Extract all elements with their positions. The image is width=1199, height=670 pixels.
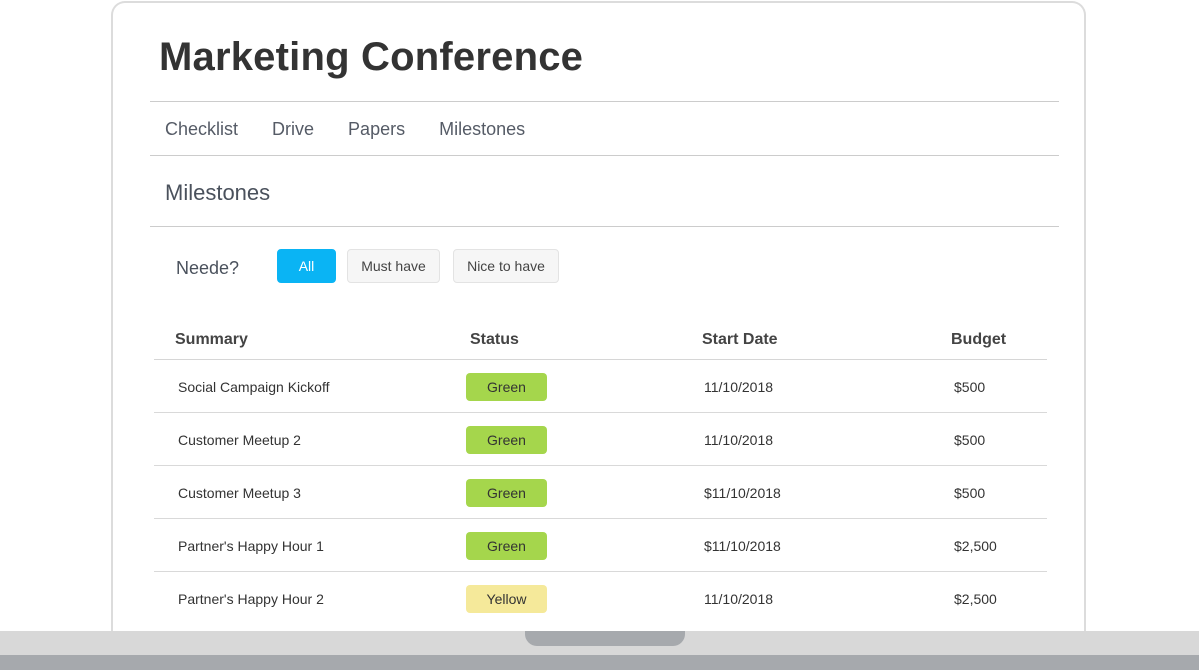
filter-must-have-button[interactable]: Must have: [347, 249, 440, 283]
tab-milestones[interactable]: Milestones: [439, 119, 525, 140]
row-budget: $500: [954, 485, 986, 501]
tab-papers[interactable]: Papers: [348, 119, 405, 140]
column-header-status[interactable]: Status: [470, 331, 519, 349]
column-header-summary[interactable]: Summary: [175, 331, 248, 349]
status-badge: Green: [466, 479, 547, 507]
table-header: Summary Status Start Date Budget: [154, 321, 1047, 360]
row-start-date: 11/10/2018: [704, 591, 774, 607]
filter-all-button[interactable]: All: [277, 249, 336, 283]
row-start-date: 11/10/2018: [704, 432, 774, 448]
section-divider: [150, 226, 1059, 227]
section-title: Milestones: [165, 180, 271, 205]
row-start-date: $11/10/2018: [704, 485, 781, 501]
tab-bar: Checklist Drive Papers Milestones: [165, 119, 559, 140]
table-row[interactable]: Customer Meetup 2 Green 11/10/2018 $500: [154, 413, 1047, 466]
row-budget: $2,500: [954, 538, 997, 554]
page-title: Marketing Conference: [159, 35, 584, 79]
row-summary: Customer Meetup 3: [178, 485, 301, 501]
table-row[interactable]: Customer Meetup 3 Green $11/10/2018 $500: [154, 466, 1047, 519]
row-budget: $500: [954, 432, 986, 448]
row-summary: Social Campaign Kickoff: [178, 379, 330, 395]
filter-nice-to-have-button[interactable]: Nice to have: [453, 249, 559, 283]
laptop-mockup: Marketing Conference Checklist Drive Pap…: [0, 0, 1199, 670]
column-header-budget[interactable]: Budget: [951, 331, 1006, 349]
row-summary: Partner's Happy Hour 2: [178, 591, 324, 607]
laptop-hinge-notch: [525, 631, 685, 646]
tab-divider: [150, 155, 1059, 156]
table-row[interactable]: Partner's Happy Hour 1 Green $11/10/2018…: [154, 519, 1047, 572]
status-badge: Green: [466, 532, 547, 560]
table-row[interactable]: Social Campaign Kickoff Green 11/10/2018…: [154, 360, 1047, 413]
tab-drive[interactable]: Drive: [272, 119, 314, 140]
status-badge: Yellow: [466, 585, 547, 613]
column-header-start-date[interactable]: Start Date: [702, 331, 778, 349]
title-divider: [150, 101, 1059, 102]
row-start-date: 11/10/2018: [704, 379, 774, 395]
table-row[interactable]: Partner's Happy Hour 2 Yellow 11/10/2018…: [154, 572, 1047, 624]
milestones-table: Summary Status Start Date Budget Social …: [154, 321, 1047, 624]
row-summary: Partner's Happy Hour 1: [178, 538, 324, 554]
row-start-date: $11/10/2018: [704, 538, 781, 554]
row-summary: Customer Meetup 2: [178, 432, 301, 448]
laptop-base-edge: [0, 655, 1199, 670]
status-badge: Green: [466, 373, 547, 401]
filter-label: Neede?: [176, 258, 240, 278]
tab-checklist[interactable]: Checklist: [165, 119, 238, 140]
status-badge: Green: [466, 426, 547, 454]
row-budget: $500: [954, 379, 986, 395]
row-budget: $2,500: [954, 591, 997, 607]
laptop-screen: Marketing Conference Checklist Drive Pap…: [111, 1, 1086, 661]
